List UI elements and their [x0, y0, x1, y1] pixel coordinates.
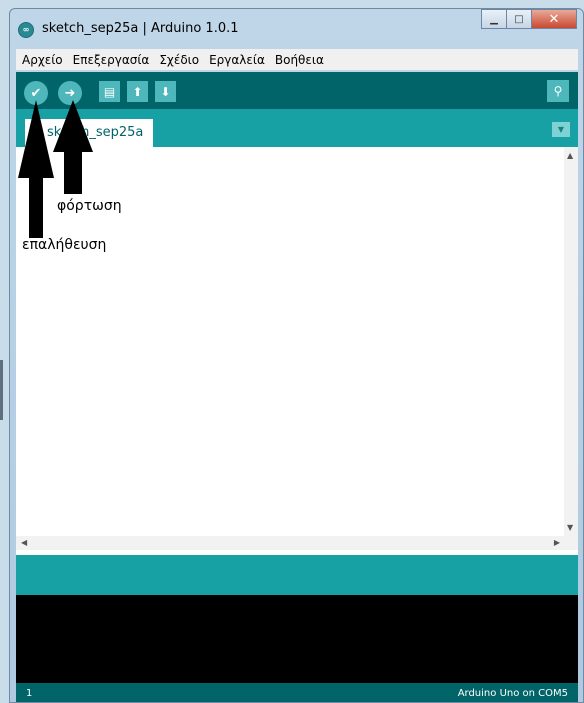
maximize-button[interactable]: □: [506, 9, 532, 29]
title-bar[interactable]: ∞ sketch_sep25a | Arduino 1.0.1 ▁ □ ✕: [10, 9, 583, 47]
window-title: sketch_sep25a | Arduino 1.0.1: [42, 21, 239, 36]
verify-arrow-icon: [18, 100, 54, 238]
toolbar: ✔ ➜ ▤ ⬆ ⬇ ⚲: [16, 72, 578, 109]
arrow-up-icon: ⬆: [132, 84, 143, 99]
window-controls: ▁ □ ✕: [481, 9, 577, 31]
upload-annotation: φόρτωση: [57, 198, 122, 214]
left-edge-mark: [0, 360, 3, 420]
magnifier-icon: ⚲: [553, 84, 563, 98]
message-area: [16, 555, 578, 595]
line-number: 1: [26, 688, 33, 699]
vertical-scrollbar[interactable]: ▲ ▼: [564, 147, 578, 536]
horizontal-scrollbar[interactable]: ◀ ▶: [16, 536, 578, 550]
triangle-down-icon: ▼: [557, 125, 565, 134]
menu-help[interactable]: Βοήθεια: [269, 53, 328, 67]
menu-bar: Αρχείο Επεξεργασία Σχέδιο Εργαλεία Βοήθε…: [16, 49, 578, 70]
serial-monitor-button[interactable]: ⚲: [547, 80, 569, 102]
scroll-up-icon[interactable]: ▲: [567, 151, 573, 160]
scroll-left-icon[interactable]: ◀: [21, 538, 27, 547]
console-output: [16, 595, 578, 683]
tab-bar: sketch_sep25a ▼: [16, 109, 578, 147]
checkmark-icon: ✔: [30, 85, 42, 101]
board-port: Arduino Uno on COM5: [457, 688, 568, 699]
arrow-right-icon: ➜: [64, 85, 76, 101]
open-button[interactable]: ⬆: [127, 81, 148, 102]
verify-annotation: επαλήθευση: [22, 237, 107, 253]
new-file-icon: ▤: [103, 84, 116, 99]
arrow-down-icon: ⬇: [160, 84, 171, 99]
save-button[interactable]: ⬇: [155, 81, 176, 102]
menu-tools[interactable]: Εργαλεία: [203, 53, 269, 67]
status-bar: 1 Arduino Uno on COM5: [16, 683, 578, 702]
arduino-logo-icon: ∞: [18, 22, 34, 38]
arduino-window: ∞ sketch_sep25a | Arduino 1.0.1 ▁ □ ✕ Αρ…: [9, 8, 584, 703]
close-button[interactable]: ✕: [531, 9, 577, 29]
new-button[interactable]: ▤: [99, 81, 120, 102]
upload-arrow-icon: [53, 100, 93, 194]
menu-edit[interactable]: Επεξεργασία: [67, 53, 154, 67]
minimize-button[interactable]: ▁: [481, 9, 507, 29]
scroll-right-icon[interactable]: ▶: [554, 538, 560, 547]
tab-menu-button[interactable]: ▼: [552, 122, 570, 137]
menu-sketch[interactable]: Σχέδιο: [153, 53, 203, 67]
menu-file[interactable]: Αρχείο: [16, 53, 67, 67]
scroll-down-icon[interactable]: ▼: [567, 523, 573, 532]
